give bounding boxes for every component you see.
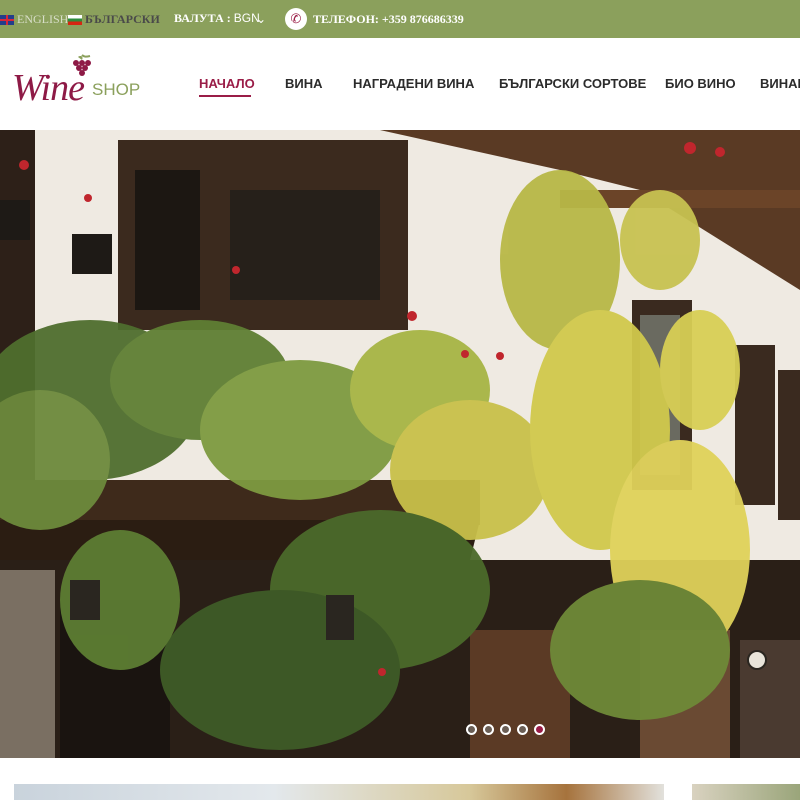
slider-dot-2[interactable] [483,724,494,735]
language-bulgarian-label: БЪЛГАРСКИ [85,12,160,26]
hero-photo [0,130,800,758]
currency-selector[interactable]: ВАЛУТА : BGN [174,11,260,26]
logo-shop-text: SHOP [92,80,141,99]
flag-uk-icon [0,14,14,25]
featured-banner-2[interactable] [692,784,800,800]
nav-awarded-wines[interactable]: НАГРАДЕНИ ВИНА [353,76,474,91]
nav-bio-wine[interactable]: БИО ВИНО [665,76,736,91]
top-bar: ENGLISH БЪЛГАРСКИ ВАЛУТА : BGN ⌄ ✆ ТЕЛЕФ… [0,0,800,38]
site-logo[interactable]: Wine SHOP [12,52,142,112]
currency-label: ВАЛУТА : [174,11,231,25]
nav-home[interactable]: НАЧАЛО [199,76,255,91]
nav-wines[interactable]: ВИНА [285,76,323,91]
featured-section [0,758,800,800]
featured-banner-1[interactable] [14,784,664,800]
slider-dot-3[interactable] [500,724,511,735]
logo-wine-text: Wine [12,67,85,109]
slider-dot-1[interactable] [466,724,477,735]
language-english[interactable]: ENGLISH [0,12,68,27]
language-english-label: ENGLISH [17,12,69,26]
hero-slider-image[interactable] [0,130,800,758]
site-header: Wine SHOP НАЧАЛО ВИНА НАГРАДЕНИ ВИНА БЪЛ… [0,38,800,130]
phone-number[interactable]: ТЕЛЕФОН: +359 876686339 [313,12,464,27]
nav-bulgarian-varieties[interactable]: БЪЛГАРСКИ СОРТОВЕ [499,76,646,91]
slider-pagination [466,724,545,735]
slider-dot-5[interactable] [534,724,545,735]
phone-icon: ✆ [285,8,307,30]
nav-active-underline [199,95,251,97]
flag-bg-icon [68,14,82,25]
chevron-down-icon[interactable]: ⌄ [256,12,266,26]
nav-winemakers[interactable]: ВИНАР [760,76,800,91]
slider-dot-4[interactable] [517,724,528,735]
language-bulgarian[interactable]: БЪЛГАРСКИ [68,12,160,27]
